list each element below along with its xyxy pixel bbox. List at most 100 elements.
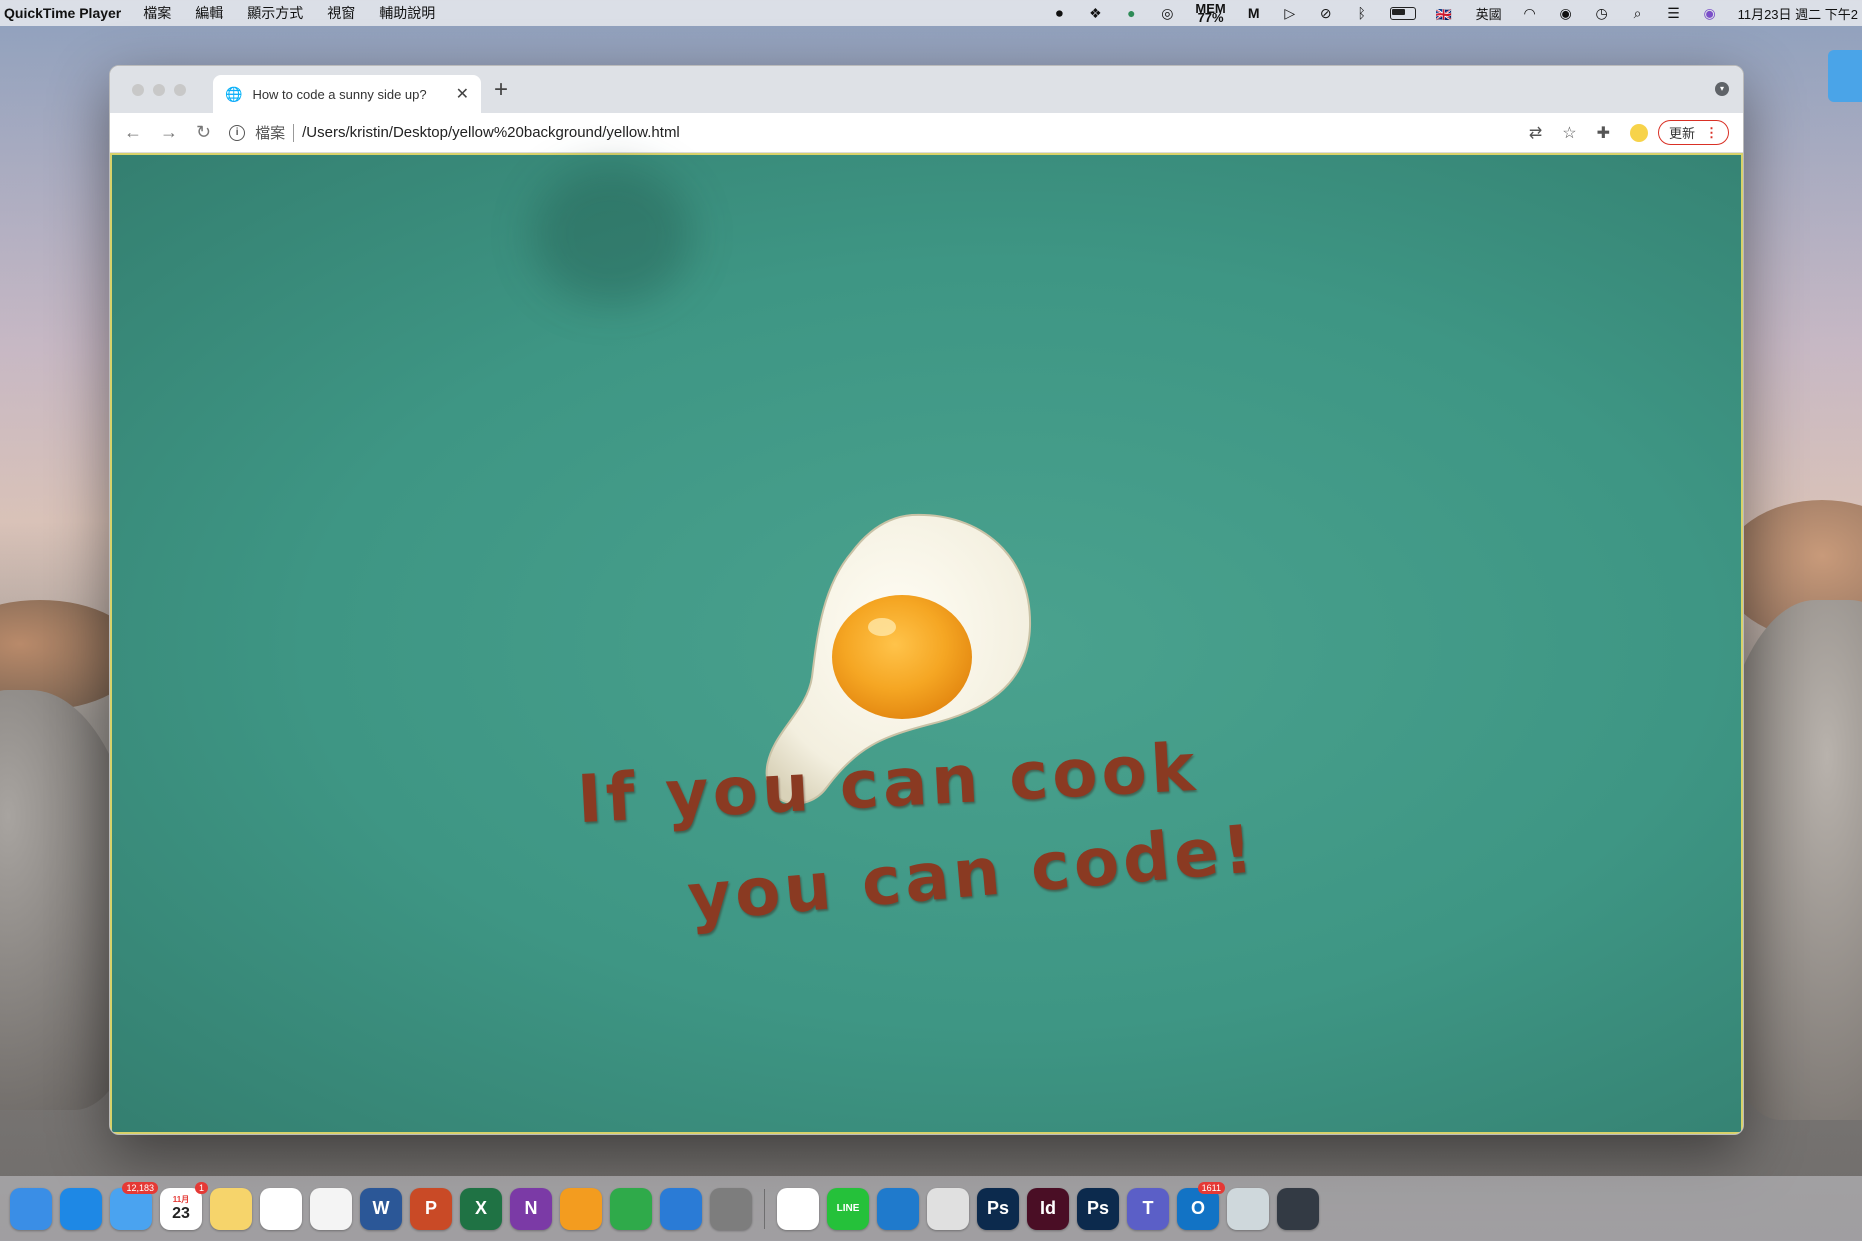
extensions-puzzle-icon[interactable]: ✚: [1597, 123, 1610, 143]
dock-chrome-icon[interactable]: [777, 1187, 819, 1230]
dock-photos-icon[interactable]: [310, 1187, 352, 1230]
bluetooth-icon[interactable]: ᛒ: [1354, 5, 1370, 21]
dock-app-label: N: [524, 1198, 538, 1218]
calendar-badge: 1: [194, 1181, 208, 1194]
dock-photoshop-icon[interactable]: Ps: [977, 1187, 1019, 1230]
dock-photoshop-2-icon[interactable]: Ps: [1077, 1187, 1119, 1230]
mem-value: 77%: [1197, 10, 1224, 25]
dock-indesign-icon[interactable]: Id: [1027, 1187, 1069, 1230]
menu-file[interactable]: 檔案: [143, 3, 171, 23]
menu-window[interactable]: 視窗: [327, 3, 355, 23]
dock-pages-icon[interactable]: [560, 1187, 602, 1230]
translate-icon[interactable]: ⇄: [1529, 123, 1542, 143]
update-button-label: 更新: [1668, 126, 1695, 141]
minimize-window-button[interactable]: [153, 84, 165, 96]
record-stop-icon[interactable]: ⏺: [1051, 5, 1067, 21]
active-tab[interactable]: 🌐 How to code a sunny side up? ✕: [213, 75, 481, 113]
tab-title: How to code a sunny side up?: [252, 86, 427, 102]
dock-vscode-icon[interactable]: [877, 1187, 919, 1230]
scheme-label: 檔案: [255, 125, 286, 142]
dock-calendar-icon[interactable]: 11月 23 1: [160, 1181, 208, 1230]
search-icon[interactable]: ⌕: [1630, 5, 1646, 21]
update-button[interactable]: 更新 ⋮: [1657, 120, 1729, 145]
menu-edit[interactable]: 編輯: [195, 3, 223, 23]
chat-bubble-icon[interactable]: ●: [1123, 5, 1139, 21]
calendar-day: 23: [172, 1205, 190, 1222]
more-menu-icon: ⋮: [1705, 124, 1718, 140]
dock-separator: [764, 1188, 765, 1229]
dock-app-label: Ps: [986, 1198, 1010, 1218]
dock-reminders-icon[interactable]: [260, 1187, 302, 1230]
dock-app-label: P: [424, 1198, 437, 1218]
calendar-month: 11月: [172, 1195, 190, 1204]
tab-search-icon[interactable]: ▾: [1715, 82, 1729, 96]
dropbox-icon[interactable]: ❖: [1087, 5, 1103, 21]
dock-keynote-icon[interactable]: [660, 1187, 702, 1230]
dock-excel-icon[interactable]: X: [460, 1187, 502, 1230]
tab-bar: 🌐 How to code a sunny side up? ✕ + ▾: [110, 66, 1743, 113]
creative-cloud-icon[interactable]: ◎: [1159, 5, 1175, 21]
dock-quicktime-icon[interactable]: [1277, 1187, 1319, 1230]
dock-app-label: X: [474, 1198, 487, 1218]
dock-outlook-icon[interactable]: O 1611: [1177, 1181, 1225, 1230]
dock-line-icon[interactable]: LINE: [827, 1187, 869, 1230]
dock-notes-icon[interactable]: [210, 1187, 252, 1230]
dock-app-label: O: [1190, 1198, 1205, 1218]
dock-powerpoint-icon[interactable]: P: [410, 1187, 452, 1230]
dock-app-label: T: [1142, 1198, 1154, 1218]
user-icon[interactable]: ◉: [1558, 5, 1574, 21]
dock-mail-icon[interactable]: 12,183: [110, 1181, 158, 1230]
bookmark-star-icon[interactable]: ☆: [1562, 123, 1576, 143]
focus-icon[interactable]: ⊘: [1318, 5, 1334, 21]
menu-help[interactable]: 輔助說明: [379, 3, 435, 23]
new-tab-button[interactable]: +: [494, 76, 508, 104]
time-machine-icon[interactable]: ◷: [1594, 5, 1610, 21]
desktop-folder-icon[interactable]: [1828, 50, 1862, 102]
siri-icon[interactable]: ◉: [1702, 5, 1718, 21]
menu-bar: QuickTime Player 檔案 編輯 顯示方式 視窗 輔助說明 ⏺ ❖ …: [0, 0, 1862, 26]
address-bar[interactable]: /Users/kristin/Desktop/yellow%20backgrou…: [302, 124, 1509, 141]
page-content: If you can cook you can code!: [110, 153, 1743, 1134]
headline-line-1: If you can cook: [575, 728, 1201, 839]
site-info-icon[interactable]: i: [229, 124, 246, 141]
menu-app-name[interactable]: QuickTime Player: [4, 5, 121, 21]
forward-button[interactable]: →: [160, 122, 178, 143]
play-icon[interactable]: ▷: [1282, 5, 1298, 21]
mail-badge: 12,183: [122, 1181, 158, 1194]
browser-toolbar: ← → ↻ i 檔案 /Users/kristin/Desktop/yellow…: [110, 113, 1743, 153]
memory-indicator[interactable]: MEM 77%: [1195, 2, 1225, 25]
dock-word-icon[interactable]: W: [360, 1187, 402, 1230]
menu-datetime[interactable]: 11月23日 週二 下午2: [1738, 4, 1858, 23]
dock-app-label: Id: [1040, 1198, 1056, 1218]
headline-line-2: you can code!: [684, 810, 1260, 937]
address-separator: [293, 123, 295, 142]
browser-window: 🌐 How to code a sunny side up? ✕ + ▾ ← →…: [109, 65, 1744, 1135]
profile-avatar[interactable]: [1629, 123, 1648, 142]
dock: 12,183 11月 23 1 W P X N LINE Ps Id Ps T O 1611: [0, 1176, 1862, 1241]
battery-icon[interactable]: [1389, 6, 1416, 20]
dock-system-preferences-icon[interactable]: [710, 1187, 752, 1230]
dock-finder-icon[interactable]: [10, 1187, 52, 1230]
input-source-label: 英國: [1475, 6, 1502, 22]
dock-teams-icon[interactable]: T: [1127, 1187, 1169, 1230]
dock-numbers-icon[interactable]: [610, 1187, 652, 1230]
input-source[interactable]: 🇬🇧 英國: [1436, 4, 1502, 23]
control-center-icon[interactable]: ☰: [1666, 5, 1682, 21]
dock-preview-icon[interactable]: [1227, 1187, 1269, 1230]
wifi-icon[interactable]: ◠: [1522, 5, 1538, 21]
malwarebytes-icon[interactable]: M: [1246, 5, 1262, 21]
reload-button[interactable]: ↻: [196, 122, 211, 143]
dock-safari-icon[interactable]: [60, 1187, 102, 1230]
dock-onenote-icon[interactable]: N: [510, 1187, 552, 1230]
close-tab-icon[interactable]: ✕: [456, 84, 469, 104]
back-button[interactable]: ←: [124, 122, 142, 143]
window-controls: [132, 84, 186, 96]
dock-printer-icon[interactable]: [927, 1187, 969, 1230]
zoom-window-button[interactable]: [174, 84, 186, 96]
close-window-button[interactable]: [132, 84, 144, 96]
dock-app-label: W: [372, 1198, 390, 1218]
menu-view[interactable]: 顯示方式: [247, 3, 303, 23]
outlook-badge: 1611: [1197, 1181, 1225, 1194]
status-tray: ⏺ ❖ ● ◎ MEM 77% M ▷ ⊘ ᛒ 🇬🇧 英國 ◠ ◉ ◷ ⌕ ☰ ◉…: [1031, 2, 1858, 25]
dock-app-label: LINE: [836, 1203, 860, 1214]
